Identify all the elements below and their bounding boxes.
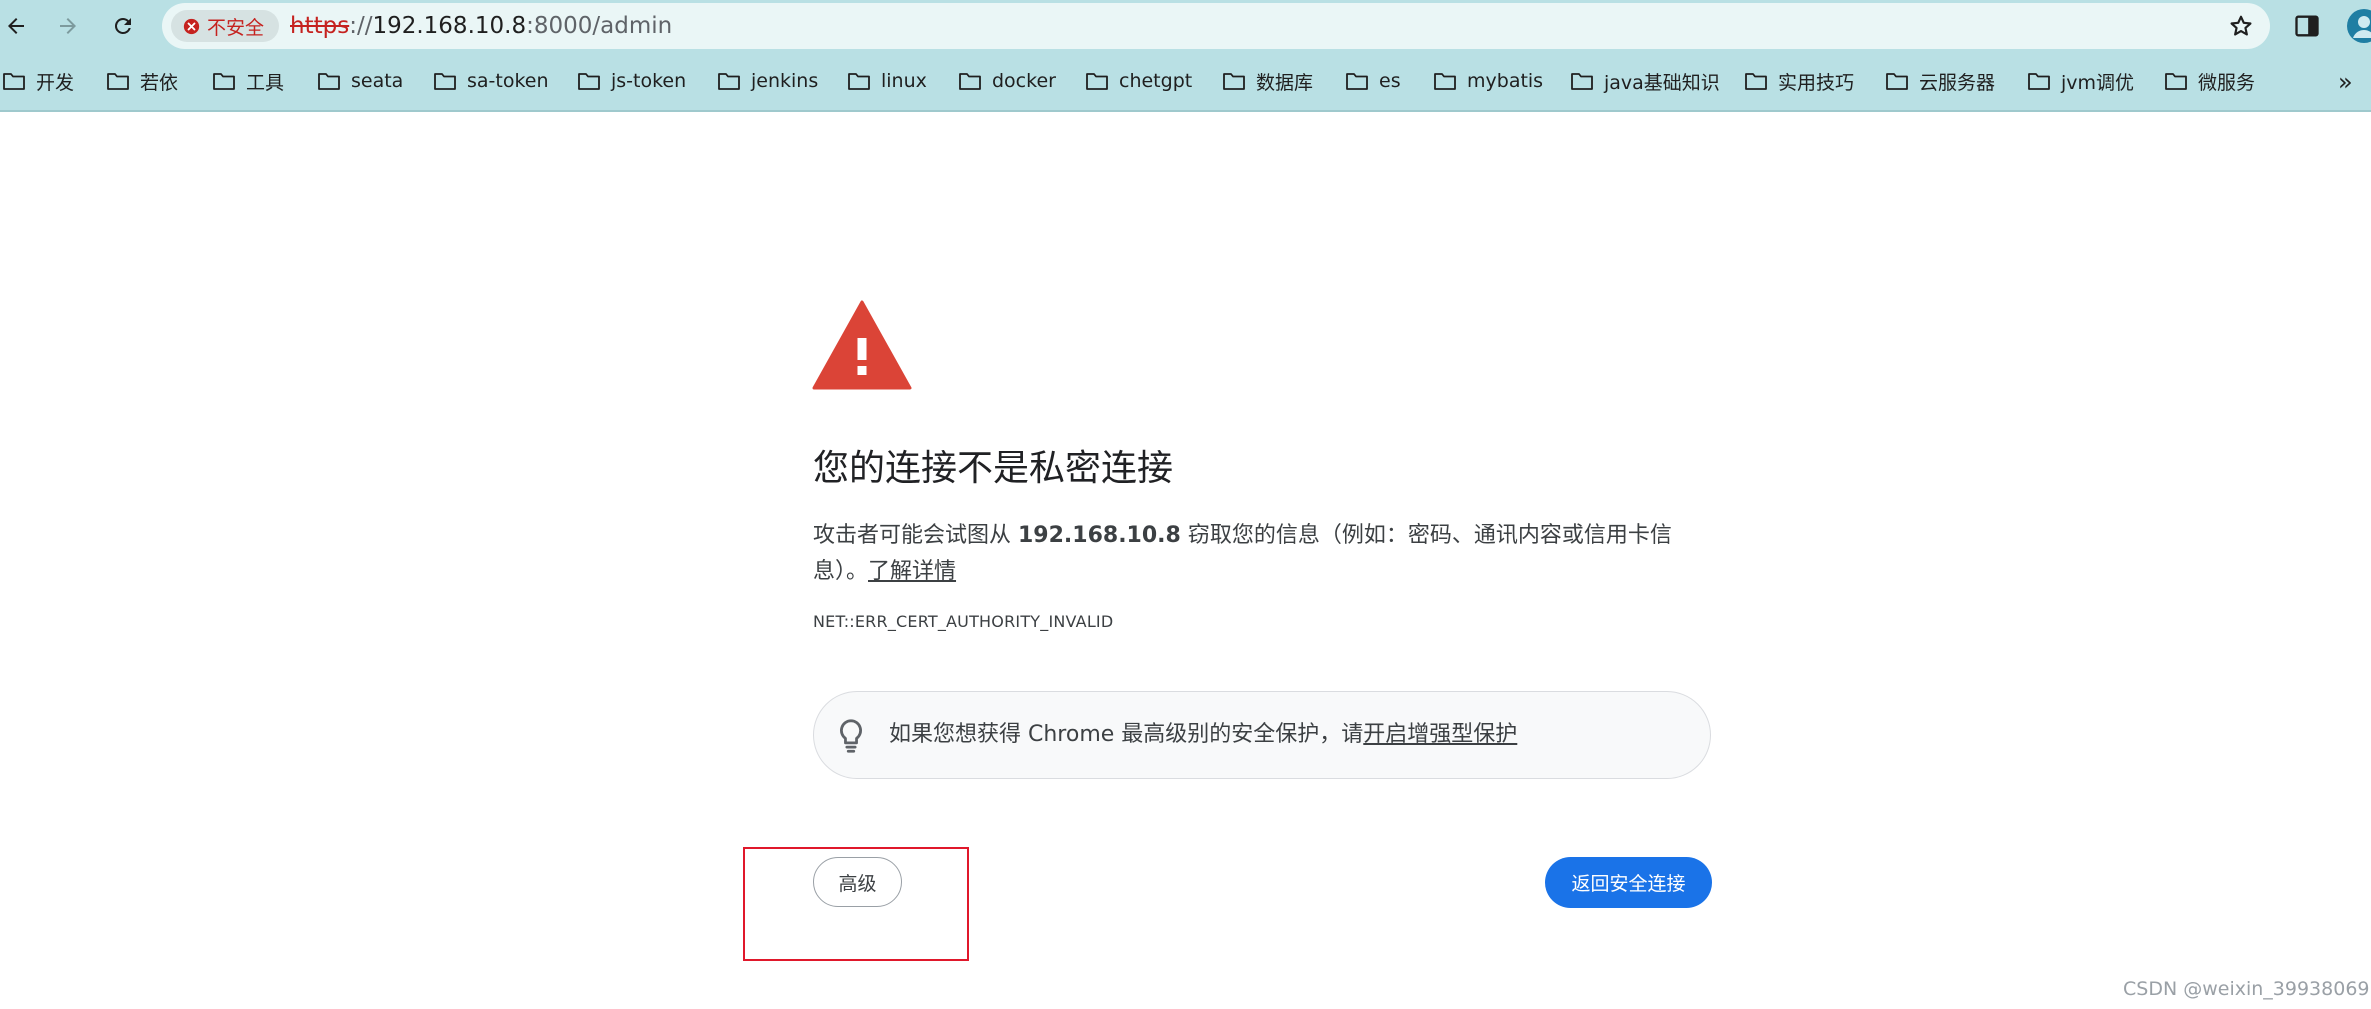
bookmark-folder[interactable]: 工具 [212, 66, 284, 96]
bookmark-label: linux [881, 70, 927, 92]
folder-icon [578, 73, 600, 90]
bookmark-label: chetgpt [1119, 70, 1193, 92]
warning-triangle-icon [812, 300, 912, 390]
bookmark-folder[interactable]: jvm调优 [2027, 66, 2134, 96]
bookmark-folder[interactable]: jenkins [717, 66, 818, 96]
folder-icon [1886, 73, 1908, 90]
bookmark-folder[interactable]: 微服务 [2164, 66, 2255, 96]
star-icon[interactable] [2228, 13, 2254, 39]
folder-icon [1434, 73, 1456, 90]
page-title: 您的连接不是私密连接 [813, 448, 1174, 489]
enhanced-protection-promo: 如果您想获得 Chrome 最高级别的安全保护，请开启增强型保护 [813, 691, 1711, 779]
bookmark-label: java基础知识 [1604, 71, 1720, 94]
bookmark-folder[interactable]: 实用技巧 [1744, 66, 1854, 96]
folder-icon [718, 73, 740, 90]
arrow-left-icon [8, 18, 24, 34]
folder-icon [107, 73, 129, 90]
promo-text: 如果您想获得 Chrome 最高级别的安全保护，请开启增强型保护 [889, 720, 1517, 750]
bookmark-folder[interactable]: 若依 [106, 66, 178, 96]
bookmark-label: 实用技巧 [1778, 71, 1855, 94]
folder-icon [1086, 73, 1108, 90]
annotation-highlight-box [743, 847, 969, 961]
bookmark-folder[interactable]: js-token [577, 66, 686, 96]
explanation-prefix: 攻击者可能会试图从 [813, 523, 1018, 548]
promo-message: 如果您想获得 Chrome 最高级别的安全保护，请 [889, 722, 1364, 747]
folder-icon [2028, 73, 2050, 90]
toolbar-divider [0, 110, 2371, 112]
url-host: 192.168.10.8 [372, 13, 527, 39]
bookmark-folder[interactable]: mybatis [1433, 66, 1543, 96]
bookmark-label: jvm调优 [2061, 71, 2135, 94]
error-code: NET::ERR_CERT_AUTHORITY_INVALID [813, 612, 1114, 631]
folder-icon [434, 73, 456, 90]
explanation-paragraph: 攻击者可能会试图从 192.168.10.8 窃取您的信息（例如：密码、通讯内容… [813, 518, 1693, 590]
enable-enhanced-protection-link[interactable]: 开启增强型保护 [1363, 722, 1517, 747]
reload-button[interactable] [101, 4, 145, 48]
bookmark-folder[interactable]: 数据库 [1222, 66, 1313, 96]
bookmark-folder[interactable]: sa-token [433, 66, 549, 96]
folder-icon [959, 73, 981, 90]
folder-icon [213, 73, 235, 90]
back-to-safety-button[interactable]: 返回安全连接 [1545, 857, 1712, 908]
folder-icon [1745, 73, 1767, 90]
bookmark-label: 开发 [36, 71, 75, 94]
bookmark-label: js-token [611, 70, 687, 92]
bookmark-folder[interactable]: 云服务器 [1885, 66, 1995, 96]
bookmark-label: mybatis [1467, 70, 1544, 92]
bookmark-label: 数据库 [1256, 71, 1314, 94]
folder-icon [848, 73, 870, 90]
watermark: CSDN @weixin_39938069 [2123, 978, 2370, 1000]
bookmarks-bar: 开发 若依 工具 seata sa-token js-token jenkins… [0, 52, 2371, 110]
bookmark-label: 云服务器 [1919, 71, 1996, 94]
back-button[interactable] [0, 4, 38, 48]
url-scheme: https [290, 13, 350, 39]
folder-icon [318, 73, 340, 90]
folder-icon [2165, 73, 2187, 90]
url-separator: :// [349, 13, 373, 39]
url-text[interactable]: https://192.168.10.8:8000/admin [290, 13, 672, 39]
address-bar[interactable]: 不安全 https://192.168.10.8:8000/admin [162, 3, 2270, 49]
folder-icon [1346, 73, 1368, 90]
bookmark-label: docker [992, 70, 1056, 92]
lightbulb-icon [840, 719, 862, 753]
bookmark-folder[interactable]: seata [317, 66, 403, 96]
bookmark-folder[interactable]: java基础知识 [1570, 66, 1720, 96]
bookmark-label: 工具 [246, 71, 285, 94]
security-chip[interactable]: 不安全 [171, 10, 279, 42]
bookmark-label: 若依 [140, 71, 179, 94]
url-path: :8000/admin [526, 13, 673, 39]
error-circle-icon [183, 18, 200, 34]
bookmark-label: sa-token [467, 70, 549, 92]
bookmark-folder[interactable]: docker [958, 66, 1056, 96]
bookmark-folder[interactable]: chetgpt [1085, 66, 1192, 96]
forward-button[interactable] [46, 4, 90, 48]
arrow-right-icon [60, 18, 76, 34]
bookmark-folder[interactable]: es [1345, 66, 1401, 96]
bookmark-label: 微服务 [2198, 71, 2256, 94]
folder-icon [3, 73, 25, 90]
profile-icon[interactable] [2346, 8, 2371, 44]
folder-icon [1223, 73, 1245, 90]
bookmark-folder[interactable]: 开发 [2, 66, 74, 96]
bookmark-label: seata [351, 70, 404, 92]
folder-icon [1571, 73, 1593, 90]
bookmark-label: es [1379, 70, 1401, 92]
learn-more-link[interactable]: 了解详情 [868, 559, 956, 584]
bookmark-folder[interactable]: linux [847, 66, 927, 96]
bookmark-label: jenkins [751, 70, 819, 92]
explanation-host: 192.168.10.8 [1018, 523, 1181, 548]
side-panel-icon[interactable] [2293, 12, 2321, 40]
bookmarks-overflow-button[interactable]: » [2338, 68, 2353, 96]
security-chip-label: 不安全 [207, 16, 265, 39]
reload-icon [114, 17, 131, 34]
browser-toolbar: 不安全 https://192.168.10.8:8000/admin [0, 0, 2371, 52]
